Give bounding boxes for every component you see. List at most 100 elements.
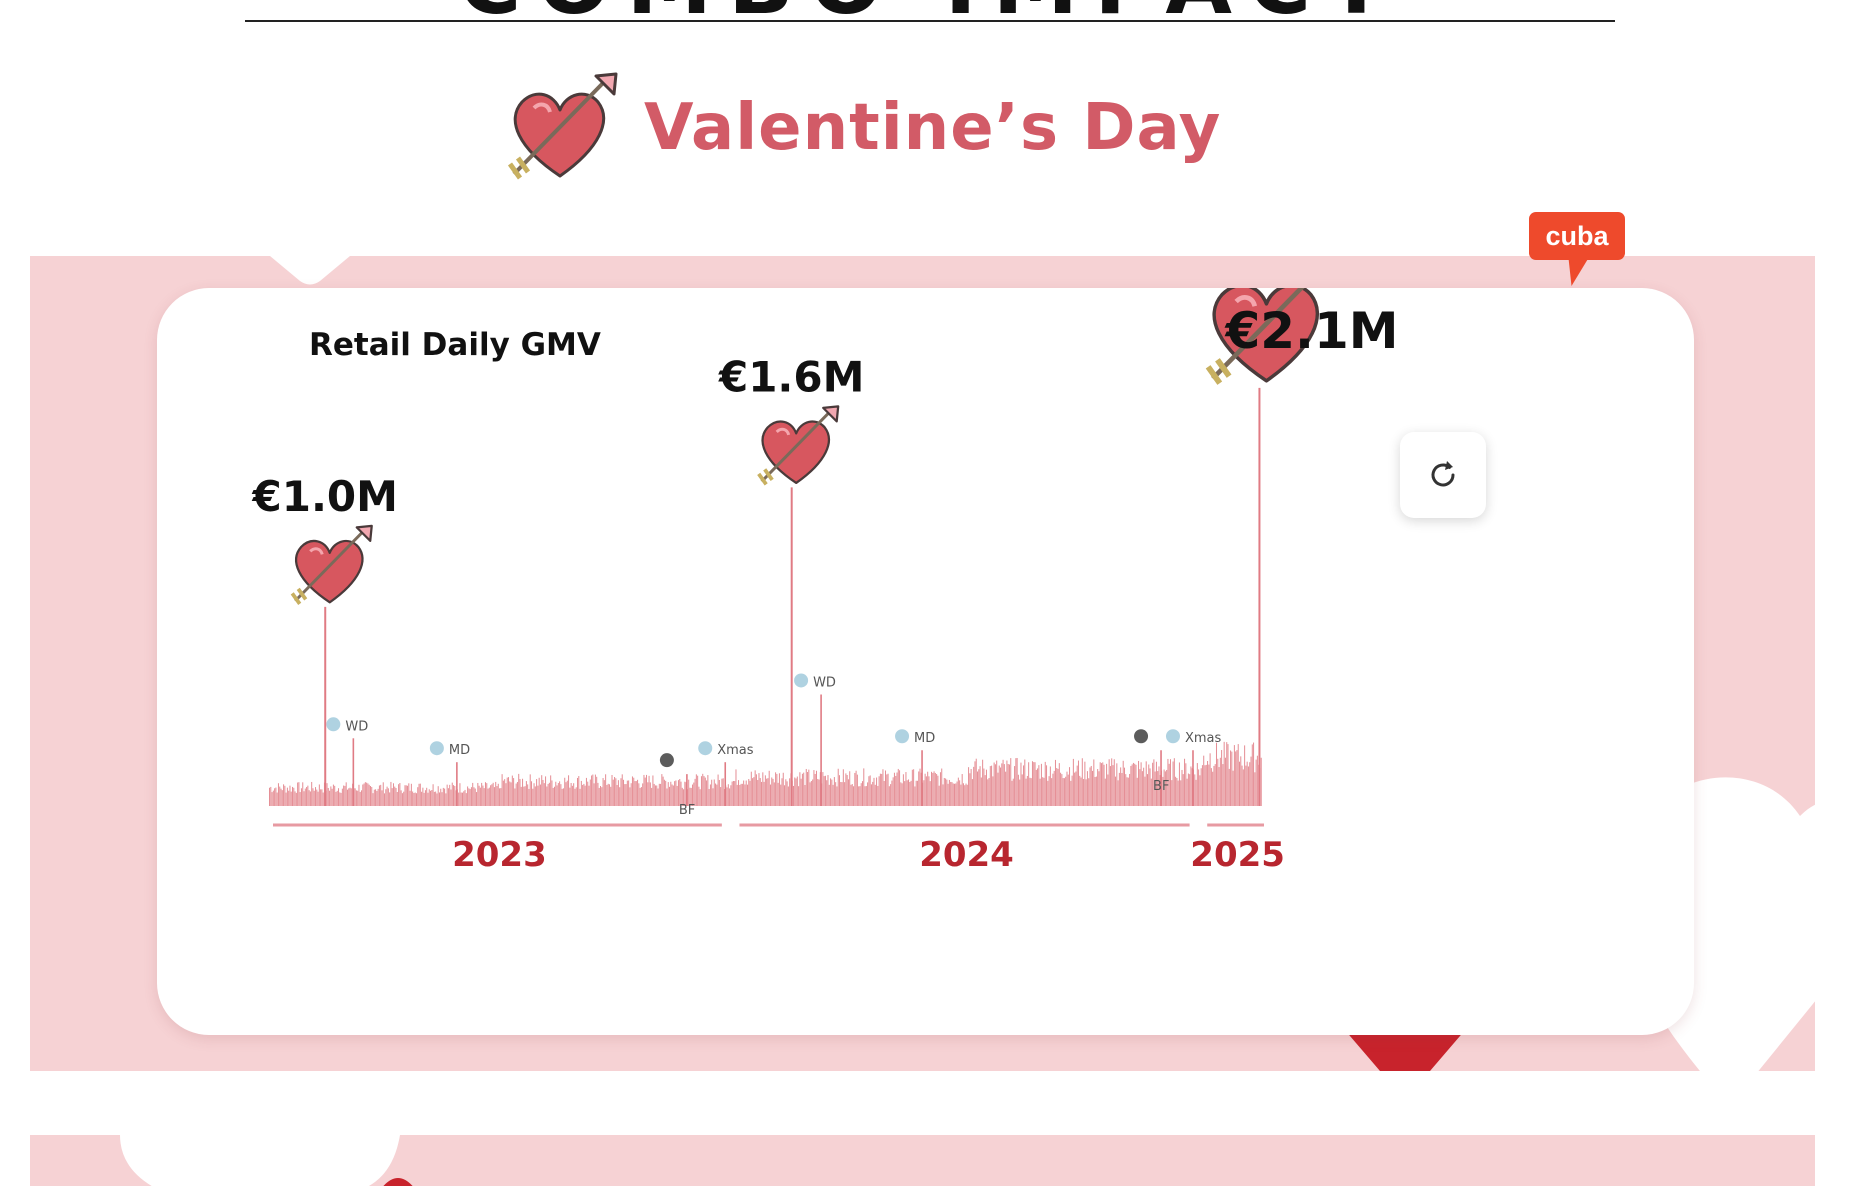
event-label: MD [914, 731, 935, 746]
region-badge[interactable]: cuba [1529, 212, 1625, 260]
daily-bar [611, 774, 613, 806]
daily-bar [915, 780, 917, 806]
daily-bar [575, 787, 577, 806]
daily-bar [1180, 780, 1182, 806]
heart-arrow-icon [507, 72, 618, 180]
daily-bar [1035, 769, 1037, 806]
daily-bar [290, 791, 292, 806]
daily-bar [824, 775, 826, 806]
daily-bar [1063, 778, 1065, 806]
daily-bar [510, 782, 512, 806]
daily-bar [387, 788, 389, 806]
daily-bar [1182, 774, 1184, 806]
daily-bar [984, 775, 986, 806]
daily-bar [653, 783, 655, 806]
daily-bar [403, 791, 405, 806]
daily-bar [841, 782, 843, 806]
daily-bar [616, 784, 618, 806]
daily-bar [390, 781, 392, 806]
daily-bar [840, 781, 842, 806]
daily-bar [579, 788, 581, 806]
event-icon [429, 741, 444, 756]
daily-bar [438, 792, 440, 806]
daily-bar [1031, 761, 1033, 806]
daily-bar [868, 776, 870, 806]
daily-bar [1093, 759, 1095, 806]
daily-bar [745, 780, 747, 806]
daily-bar [327, 787, 329, 806]
daily-bar [577, 777, 579, 806]
daily-bar [1131, 764, 1133, 806]
daily-bar [528, 788, 530, 806]
daily-bar [1129, 773, 1131, 806]
daily-bar [1130, 765, 1132, 806]
daily-bar [780, 784, 782, 806]
daily-bar [428, 789, 430, 806]
daily-bar [1134, 763, 1136, 806]
daily-bar [884, 770, 887, 806]
daily-bar [432, 784, 434, 806]
daily-bar [569, 787, 571, 806]
daily-bar [1135, 764, 1137, 806]
daily-bar [395, 787, 397, 806]
daily-bar [623, 779, 625, 806]
daily-bar [580, 780, 582, 806]
event-icon [1165, 729, 1180, 744]
daily-bar [507, 777, 509, 806]
daily-bar [954, 783, 956, 806]
daily-bar [275, 787, 277, 806]
event-label: Xmas [717, 743, 754, 758]
daily-bar [354, 788, 356, 806]
daily-bar [994, 764, 996, 806]
daily-bar [1176, 778, 1178, 806]
daily-bar [784, 785, 786, 806]
daily-bar [357, 790, 359, 806]
daily-bar [514, 788, 516, 806]
daily-bar [919, 768, 921, 806]
daily-bar [872, 781, 874, 806]
daily-bar [730, 785, 732, 806]
daily-bar [1103, 764, 1105, 806]
daily-bar [753, 777, 755, 806]
daily-bar [486, 783, 488, 806]
daily-bar [804, 784, 806, 806]
daily-bar [1025, 778, 1027, 806]
refresh-button[interactable] [1400, 432, 1486, 518]
daily-bar [1102, 762, 1104, 806]
daily-bar [1199, 775, 1201, 806]
daily-bar [435, 791, 437, 806]
daily-bars [269, 741, 1262, 806]
daily-bar [1086, 771, 1088, 806]
daily-bar [1021, 774, 1023, 806]
daily-bar [1062, 778, 1064, 806]
daily-bar [523, 786, 525, 806]
daily-bar [339, 792, 341, 806]
daily-bar [637, 779, 639, 806]
daily-bar [478, 785, 480, 806]
daily-bar [329, 790, 331, 806]
daily-bar [320, 789, 322, 806]
daily-bar [1085, 779, 1087, 806]
daily-bar [744, 784, 746, 806]
daily-bar [548, 782, 550, 806]
daily-bar [707, 775, 709, 806]
daily-bar [1023, 765, 1025, 806]
daily-bar [355, 790, 357, 806]
daily-bar [620, 778, 622, 806]
heart-arrow-icon [756, 404, 841, 487]
daily-bar [375, 789, 377, 806]
daily-bar [950, 781, 952, 806]
daily-bar [444, 788, 446, 806]
daily-bar [918, 771, 920, 806]
daily-bar [1077, 760, 1079, 806]
daily-bar [831, 779, 833, 806]
daily-bar [1139, 769, 1141, 806]
daily-bar [1028, 762, 1030, 806]
daily-bar [1020, 762, 1022, 806]
daily-bar [377, 788, 379, 806]
daily-bar [1097, 769, 1099, 806]
daily-bar [936, 774, 938, 806]
daily-bar [386, 786, 388, 806]
heart-decoration-icon [270, 256, 350, 285]
event-dot [794, 673, 809, 688]
